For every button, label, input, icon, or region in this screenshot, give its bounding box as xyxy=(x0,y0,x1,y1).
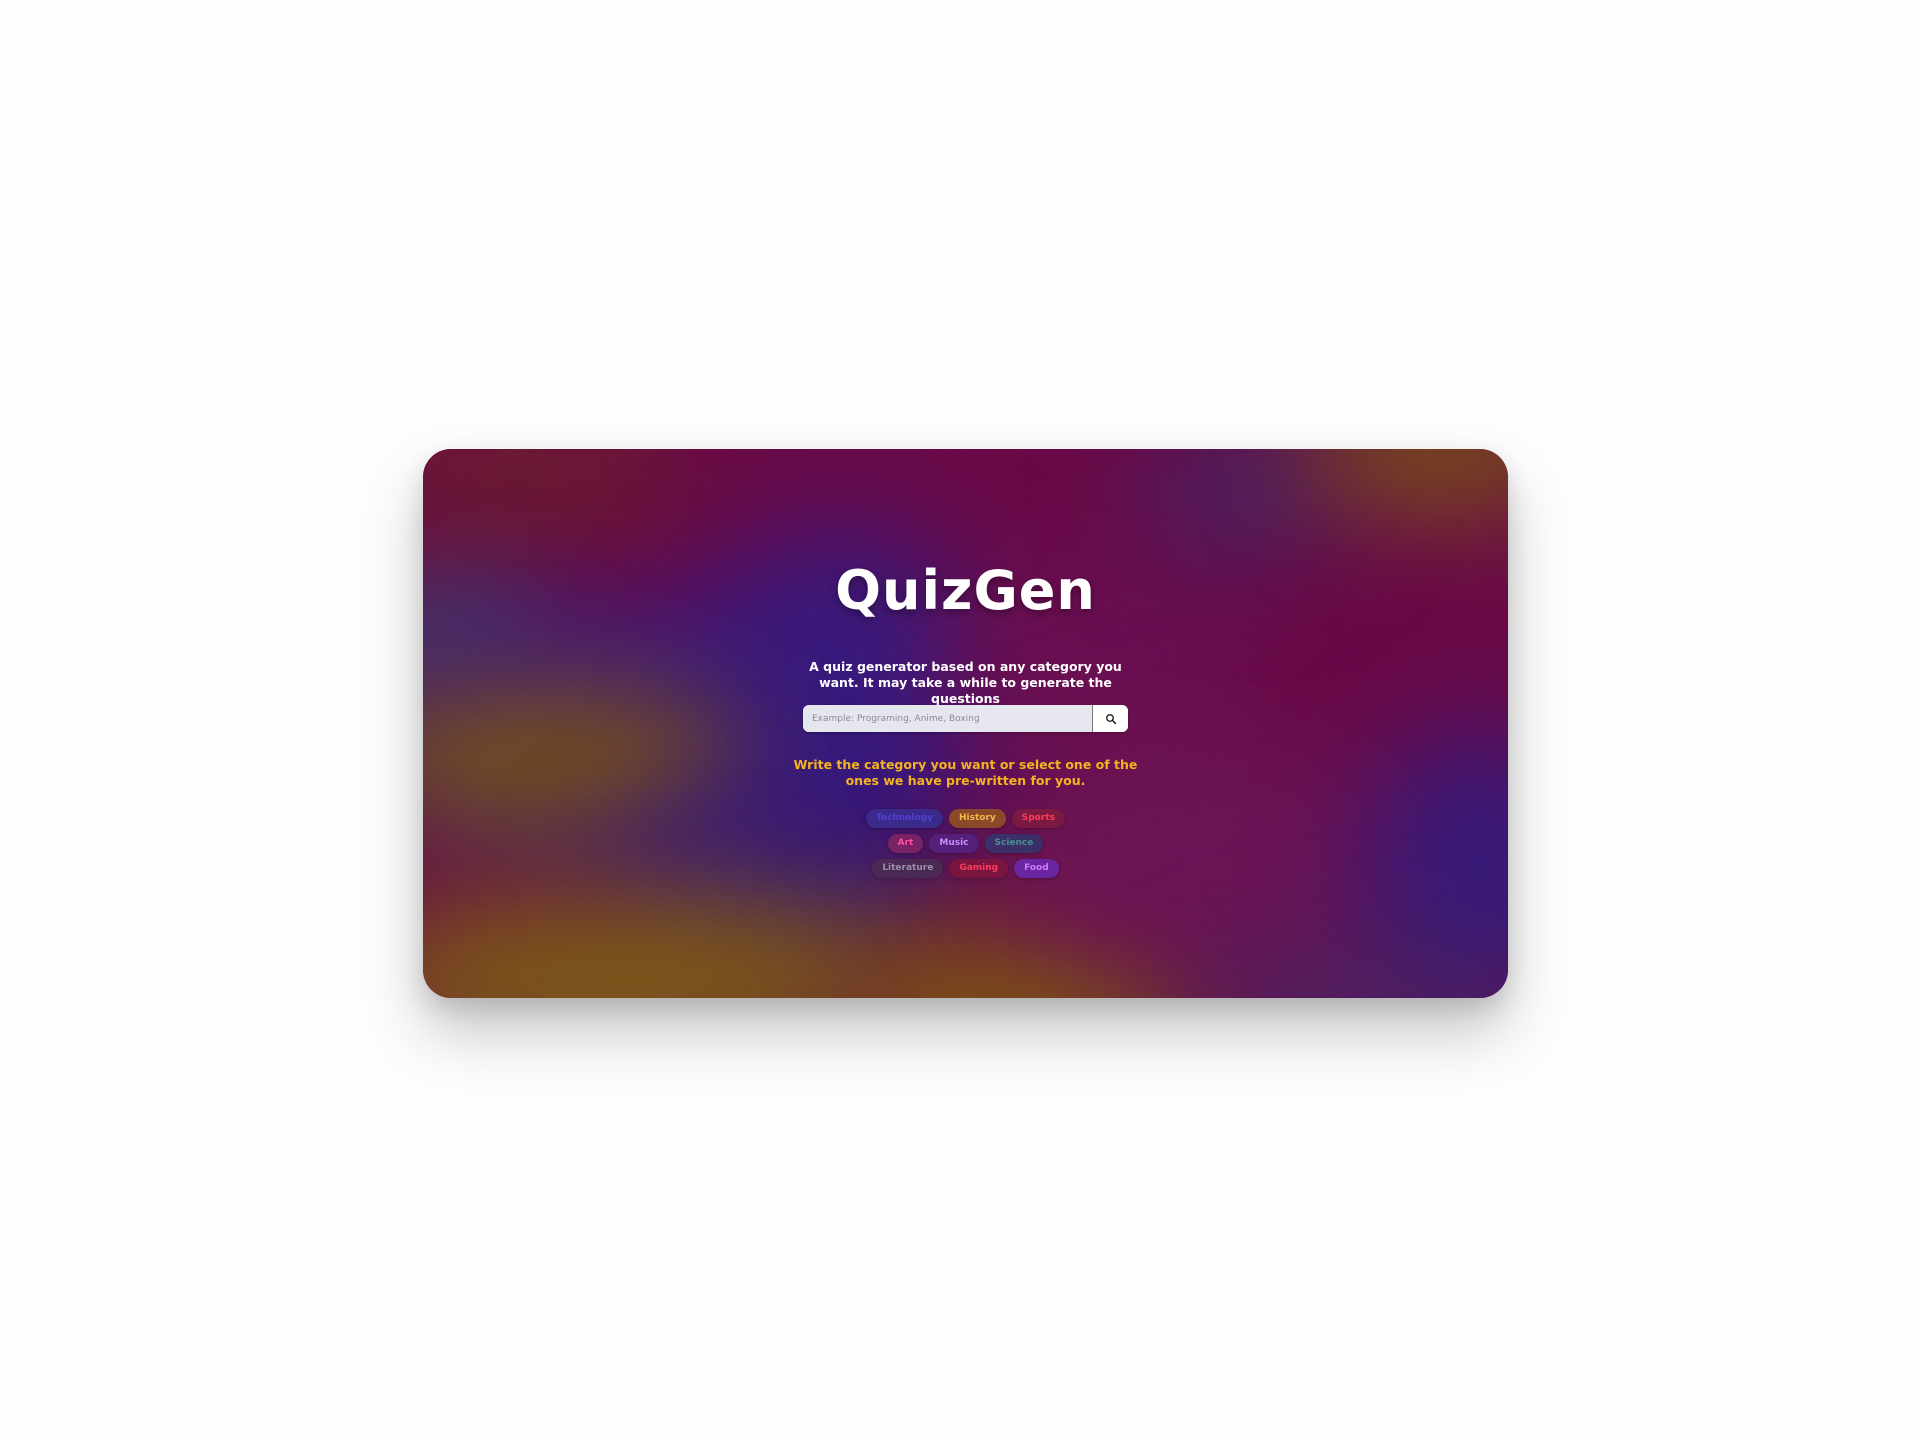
category-chip-literature[interactable]: Literature xyxy=(872,859,944,878)
category-chip-row: Literature Gaming Food xyxy=(423,859,1508,878)
category-search-input[interactable] xyxy=(803,705,1092,732)
main-card: QuizGen A quiz generator based on any ca… xyxy=(423,449,1508,998)
hero-content: QuizGen A quiz generator based on any ca… xyxy=(423,449,1508,998)
app-description: A quiz generator based on any category y… xyxy=(809,659,1122,706)
category-chip-sports[interactable]: Sports xyxy=(1011,809,1065,828)
category-chip-science[interactable]: Science xyxy=(984,834,1044,853)
category-chip-art[interactable]: Art xyxy=(887,834,924,853)
category-search-bar xyxy=(803,705,1128,732)
category-hint: Write the category you want or select on… xyxy=(793,757,1138,788)
category-chip-row: Art Music Science xyxy=(423,834,1508,853)
category-chip-row: Technology History Sports xyxy=(423,809,1508,828)
category-chip-gaming[interactable]: Gaming xyxy=(949,859,1009,878)
category-chip-music[interactable]: Music xyxy=(929,834,979,853)
page-background: QuizGen A quiz generator based on any ca… xyxy=(0,0,1920,1440)
search-icon xyxy=(1105,713,1116,724)
category-chip-technology[interactable]: Technology xyxy=(866,809,943,828)
category-chip-history[interactable]: History xyxy=(948,809,1006,828)
app-title: QuizGen xyxy=(835,559,1096,622)
category-chip-food[interactable]: Food xyxy=(1014,859,1059,878)
search-button[interactable] xyxy=(1092,705,1128,732)
